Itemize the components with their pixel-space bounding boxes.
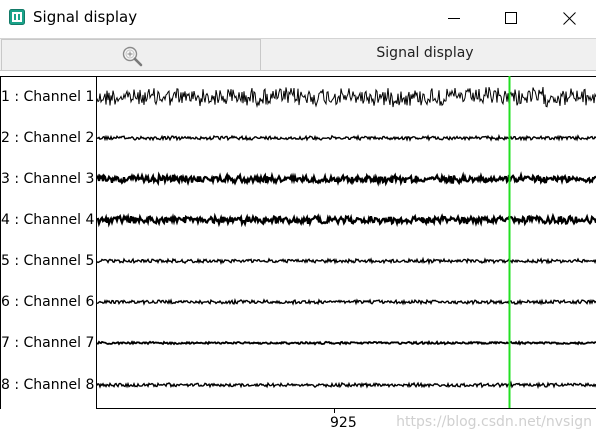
signal-trace-channel-4 (96, 212, 596, 228)
channel-label-4: 4 : Channel 4 (1, 212, 95, 228)
maximize-button[interactable] (488, 0, 534, 36)
channel-label-1: 1 : Channel 1 (1, 89, 95, 105)
close-button[interactable] (546, 0, 592, 36)
title-bar: Signal display (0, 0, 596, 36)
close-icon (562, 11, 576, 25)
maximize-icon (505, 12, 517, 24)
channel-label-6: 6 : Channel 6 (1, 294, 95, 310)
toolbar-title: Signal display (376, 45, 474, 61)
signal-trace-channel-1 (96, 86, 596, 109)
signal-traces (96, 86, 596, 390)
channel-label-7: 7 : Channel 7 (1, 335, 95, 351)
zoom-button[interactable] (121, 45, 145, 67)
channel-label-5: 5 : Channel 5 (1, 253, 95, 269)
x-axis-tick-label: 925 (330, 415, 357, 431)
signal-trace-channel-6 (96, 298, 596, 306)
signal-trace-channel-2 (96, 133, 596, 142)
channel-label-2: 2 : Channel 2 (1, 130, 95, 146)
toolbar: Signal display (0, 38, 596, 71)
minimize-icon (448, 18, 460, 19)
minimize-button[interactable] (431, 0, 477, 36)
signal-app-icon (9, 9, 25, 25)
toolbar-tool-area (1, 39, 261, 71)
channel-label-8: 8 : Channel 8 (1, 377, 95, 393)
signal-trace-channel-5 (96, 256, 596, 266)
zoom-icon (122, 46, 143, 67)
channel-label-3: 3 : Channel 3 (1, 171, 95, 187)
watermark: https://blog.csdn.net/nvsign (396, 414, 592, 430)
window-title: Signal display (33, 8, 138, 26)
signal-plot[interactable]: 1 : Channel 1 2 : Channel 2 3 : Channel 3 4… (0, 72, 596, 435)
signal-trace-channel-8 (96, 380, 596, 390)
signal-trace-channel-7 (96, 339, 596, 346)
signal-trace-channel-3 (96, 171, 596, 187)
